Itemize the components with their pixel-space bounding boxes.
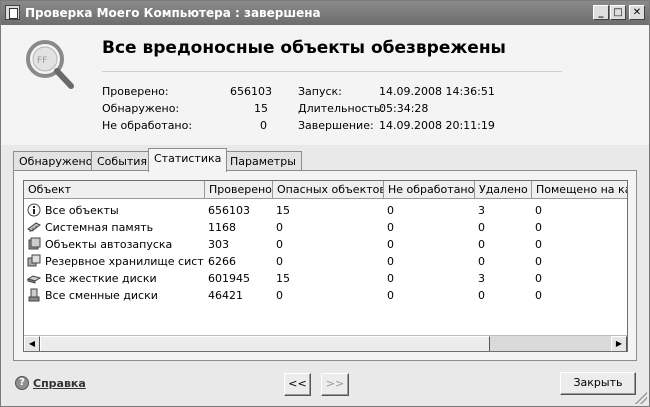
previous-button[interactable]: << xyxy=(284,373,311,396)
detected-label: Обнаружено: xyxy=(102,102,180,115)
cell-checked: 656103 xyxy=(208,204,250,217)
finish-label: Завершение: xyxy=(298,119,374,132)
cell-deleted: 0 xyxy=(478,289,485,302)
column-header-object[interactable]: Объект xyxy=(24,181,205,199)
tab-events[interactable]: События xyxy=(91,151,154,171)
cell-dangerous: 15 xyxy=(276,272,290,285)
column-header-checked[interactable]: Проверено xyxy=(205,181,273,199)
horizontal-scrollbar[interactable]: ◀ ▶ xyxy=(24,335,627,351)
removable-disk-icon xyxy=(28,288,40,302)
tab-detected[interactable]: Обнаружено xyxy=(13,151,99,171)
tab-parameters[interactable]: Параметры xyxy=(224,151,302,171)
cell-deleted: 0 xyxy=(478,255,485,268)
close-button[interactable]: Закрыть xyxy=(560,372,636,395)
close-window-button[interactable]: ✕ xyxy=(629,5,645,20)
cell-quarantined: 0 xyxy=(535,204,542,217)
cell-deleted: 3 xyxy=(478,204,485,217)
result-heading: Все вредоносные объекты обезврежены xyxy=(102,38,506,58)
cell-checked: 1168 xyxy=(208,221,236,234)
table-row[interactable]: Все объекты 656103 15 0 3 0 xyxy=(24,202,627,219)
minimize-button[interactable]: _ xyxy=(593,5,609,20)
title-bar[interactable]: Проверка Моего Компьютера : завершена _ … xyxy=(1,1,649,25)
table-row[interactable]: Все сменные диски 46421 0 0 0 0 xyxy=(24,287,627,304)
magnifier-scan-icon: FF xyxy=(26,40,74,89)
cell-checked: 601945 xyxy=(208,272,250,285)
cell-dangerous: 0 xyxy=(276,255,283,268)
scroll-right-button[interactable]: ▶ xyxy=(611,336,627,351)
table-row[interactable]: Системная память 1168 0 0 0 0 xyxy=(24,219,627,236)
start-label: Запуск: xyxy=(298,85,342,98)
cell-quarantined: 0 xyxy=(535,221,542,234)
header-divider xyxy=(102,71,562,72)
cell-unprocessed: 0 xyxy=(387,289,394,302)
tab-statistics[interactable]: Статистика xyxy=(148,148,228,172)
statistics-panel: Объект Проверено Опасных объектов Не обр… xyxy=(13,170,637,361)
cell-object: Все объекты xyxy=(45,204,119,217)
table-row[interactable]: Объекты автозапуска 303 0 0 0 0 xyxy=(24,236,627,253)
cell-quarantined: 0 xyxy=(535,289,542,302)
cell-deleted: 3 xyxy=(478,272,485,285)
cell-object: Резервное хранилище сист… xyxy=(45,255,205,268)
help-icon[interactable]: ? xyxy=(15,376,29,390)
cell-object: Системная память xyxy=(45,221,154,234)
unprocessed-label: Не обработано: xyxy=(102,119,193,132)
statistics-table[interactable]: Объект Проверено Опасных объектов Не обр… xyxy=(23,180,628,352)
cell-dangerous: 0 xyxy=(276,221,283,234)
cell-object: Все сменные диски xyxy=(45,289,158,302)
column-header-unprocessed[interactable]: Не обработано xyxy=(384,181,475,199)
cell-checked: 303 xyxy=(208,238,229,251)
cell-quarantined: 0 xyxy=(535,255,542,268)
duration-value: 05:34:28 xyxy=(379,102,429,115)
unprocessed-value: 0 xyxy=(260,119,267,132)
memory-icon xyxy=(27,222,41,232)
svg-text:FF: FF xyxy=(37,56,47,66)
cell-deleted: 0 xyxy=(478,238,485,251)
cell-object: Все жесткие диски xyxy=(45,272,157,285)
scrollbar-thumb[interactable] xyxy=(40,336,490,351)
table-row[interactable]: Все жесткие диски 601945 15 0 3 0 xyxy=(24,270,627,287)
table-row[interactable]: Резервное хранилище сист… 6266 0 0 0 0 xyxy=(24,253,627,270)
cell-unprocessed: 0 xyxy=(387,204,394,217)
info-icon xyxy=(27,203,41,217)
summary-header: FF Все вредоносные объекты обезврежены П… xyxy=(1,25,649,145)
scroll-left-button[interactable]: ◀ xyxy=(24,336,40,351)
next-button[interactable]: >> xyxy=(321,373,349,396)
cell-dangerous: 0 xyxy=(276,289,283,302)
resize-grip[interactable] xyxy=(635,392,647,404)
autorun-icon xyxy=(28,237,41,250)
cell-object: Объекты автозапуска xyxy=(45,238,173,251)
help-link[interactable]: Справка xyxy=(33,377,86,390)
finish-value: 14.09.2008 20:11:19 xyxy=(379,119,495,132)
hard-disk-icon xyxy=(27,275,41,284)
duration-label: Длительность: xyxy=(298,102,385,115)
cell-checked: 6266 xyxy=(208,255,236,268)
cell-unprocessed: 0 xyxy=(387,238,394,251)
cell-quarantined: 0 xyxy=(535,272,542,285)
column-header-dangerous[interactable]: Опасных объектов xyxy=(273,181,384,199)
backup-storage-icon xyxy=(27,254,41,267)
maximize-button[interactable]: □ xyxy=(610,5,626,20)
window-title: Проверка Моего Компьютера : завершена xyxy=(25,6,321,20)
start-value: 14.09.2008 14:36:51 xyxy=(379,85,495,98)
detected-value: 15 xyxy=(254,102,268,115)
app-icon xyxy=(5,5,20,20)
cell-unprocessed: 0 xyxy=(387,272,394,285)
cell-dangerous: 0 xyxy=(276,238,283,251)
scan-window: Проверка Моего Компьютера : завершена _ … xyxy=(0,0,650,407)
cell-unprocessed: 0 xyxy=(387,221,394,234)
cell-unprocessed: 0 xyxy=(387,255,394,268)
cell-dangerous: 15 xyxy=(276,204,290,217)
cell-quarantined: 0 xyxy=(535,238,542,251)
checked-value: 656103 xyxy=(230,85,272,98)
table-header: Объект Проверено Опасных объектов Не обр… xyxy=(24,181,627,199)
cell-deleted: 0 xyxy=(478,221,485,234)
cell-checked: 46421 xyxy=(208,289,243,302)
checked-label: Проверено: xyxy=(102,85,169,98)
column-header-deleted[interactable]: Удалено xyxy=(475,181,532,199)
column-header-quarantined[interactable]: Помещено на кар xyxy=(532,181,627,199)
